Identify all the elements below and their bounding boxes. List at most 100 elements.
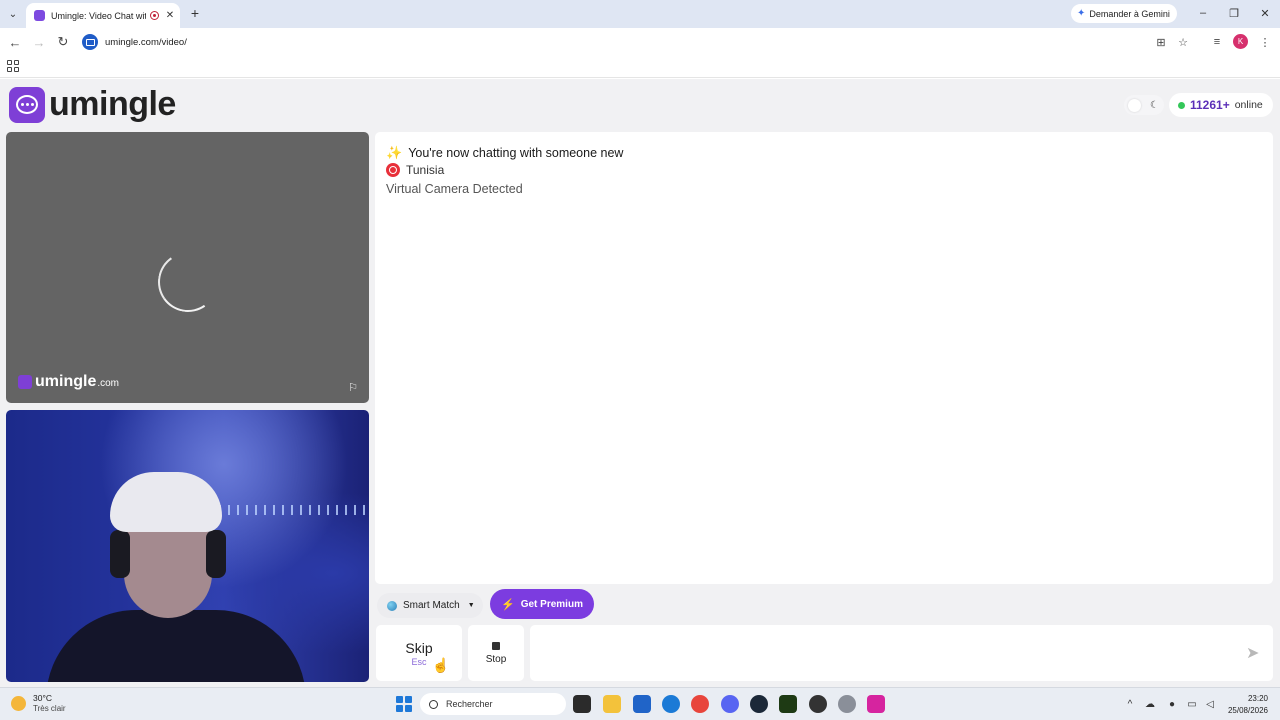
get-premium-button[interactable]: ⚡ Get Premium	[490, 589, 594, 619]
message-input[interactable]	[530, 625, 1273, 681]
send-icon[interactable]: ➤	[1246, 643, 1259, 663]
match-mode-label: Smart Match	[403, 600, 460, 611]
site-camera-icon	[82, 34, 98, 50]
stranger-video: umingle .com ⚐	[6, 132, 369, 403]
chat-log: ✨ You're now chatting with someone new T…	[375, 132, 1273, 584]
tab-search-chevron-icon[interactable]: ⌄	[4, 5, 22, 23]
minimize-icon[interactable]: –	[1188, 4, 1218, 22]
url-field[interactable]: umingle.com/video/	[82, 32, 1202, 52]
clock-time: 23:20	[1247, 694, 1268, 703]
globe-icon	[387, 600, 397, 611]
address-bar-row: ← → ↻ umingle.com/video/ ⊞ ☆ ≡ K ⋮	[0, 28, 1280, 56]
headphone-left	[110, 530, 130, 578]
reload-icon[interactable]: ↻	[54, 33, 72, 51]
browser-menu-icon[interactable]: ⋮	[1256, 33, 1274, 51]
gemini-sparkle-icon: ✦	[1077, 8, 1086, 19]
taskbar-clock[interactable]: 23:20 25/08/2026	[1222, 693, 1268, 717]
volume-icon[interactable]: ◁	[1203, 697, 1217, 711]
media-controls-icon[interactable]: ≡	[1208, 33, 1226, 51]
stop-label: Stop	[485, 653, 507, 665]
skip-shortcut: Esc	[411, 656, 427, 667]
back-arrow-icon[interactable]: ←	[6, 33, 24, 51]
chat-status-message: ✨ You're now chatting with someone new	[386, 145, 623, 161]
instagram-icon[interactable]	[867, 695, 885, 713]
string-lights	[201, 505, 369, 515]
self-camera-video	[6, 410, 369, 682]
translate-icon[interactable]: ⊞	[1152, 33, 1170, 51]
steam-icon[interactable]	[750, 695, 768, 713]
browser-tab-bar: ⌄ Umingle: Video Chat with S ✕ + ✦ Deman…	[0, 0, 1280, 28]
watermark-logo-icon	[18, 375, 32, 389]
stop-button[interactable]: Stop	[468, 625, 524, 681]
network-icon[interactable]: ▭	[1185, 697, 1199, 711]
app-icon[interactable]	[809, 695, 827, 713]
forward-arrow-icon[interactable]: →	[30, 33, 48, 51]
task-view-icon[interactable]	[573, 695, 591, 713]
apps-grid-icon[interactable]	[7, 60, 19, 72]
bookmarks-bar	[0, 56, 1280, 78]
weather-sun-icon	[11, 696, 26, 711]
loading-spinner-icon	[153, 247, 223, 317]
video-watermark: umingle .com	[18, 373, 119, 391]
headphone-right	[206, 530, 226, 578]
online-counter: 11261+ online	[1169, 93, 1273, 117]
search-placeholder: Rechercher	[446, 699, 493, 709]
tab-title: Umingle: Video Chat with S	[51, 10, 146, 21]
microphone-icon[interactable]: ●	[1165, 697, 1179, 711]
tunisia-flag-icon	[386, 163, 400, 177]
microsoft-store-icon[interactable]	[633, 695, 651, 713]
bookmark-star-icon[interactable]: ☆	[1174, 33, 1192, 51]
umingle-logo[interactable]: umingle	[9, 85, 176, 124]
weather-widget[interactable]: 30°C Très clair	[11, 693, 66, 714]
watermark-text: umingle	[35, 373, 97, 390]
watermark-suffix: .com	[97, 378, 120, 389]
tab-close-icon[interactable]: ✕	[163, 10, 177, 21]
moon-icon: ☾	[1150, 99, 1159, 111]
gemini-label: Demander à Gemini	[1089, 8, 1170, 19]
premium-label: Get Premium	[520, 598, 583, 610]
report-flag-icon[interactable]: ⚐	[346, 381, 360, 394]
window-close-icon[interactable]: ✕	[1250, 4, 1280, 22]
country-text: Tunisia	[406, 163, 445, 177]
stop-square-icon	[492, 641, 500, 650]
smart-match-dropdown[interactable]: Smart Match ▼	[377, 593, 483, 618]
restore-icon[interactable]: ❐	[1219, 4, 1249, 22]
status-text: You're now chatting with someone new	[408, 146, 624, 160]
file-explorer-icon[interactable]	[603, 695, 621, 713]
sparkle-icon: ✨	[386, 145, 403, 160]
outlook-icon[interactable]	[662, 695, 680, 713]
browser-tab-active[interactable]: Umingle: Video Chat with S ✕	[26, 3, 180, 28]
new-tab-plus-icon[interactable]: +	[186, 4, 204, 22]
online-count: 11261+	[1190, 98, 1230, 112]
lightning-bolt-icon: ⚡	[501, 598, 515, 611]
chat-bubble-logo-icon	[9, 86, 45, 123]
logo-text: umingle	[49, 85, 176, 123]
terminal-app-icon[interactable]	[779, 695, 797, 713]
tray-chevron-up-icon[interactable]: ^	[1123, 697, 1137, 711]
online-label: online	[1234, 99, 1263, 111]
windows-taskbar: 30°C Très clair Rechercher ^ ☁ ● ▭ ◁ 23:…	[0, 687, 1280, 720]
tray-cloud-icon[interactable]: ☁	[1143, 697, 1157, 711]
url-text: umingle.com/video/	[105, 36, 187, 48]
hand-cursor-icon: ☝	[432, 657, 450, 673]
person-cap	[110, 472, 222, 532]
dark-mode-toggle[interactable]: ☾	[1124, 95, 1164, 115]
person-body	[46, 610, 306, 682]
recording-indicator-icon	[150, 11, 159, 20]
taskbar-search[interactable]: Rechercher	[420, 693, 566, 715]
ask-gemini-button[interactable]: ✦ Demander à Gemini	[1071, 4, 1177, 23]
weather-temp: 30°C	[33, 693, 52, 703]
chat-country: Tunisia	[386, 163, 444, 177]
umingle-favicon-icon	[34, 10, 45, 21]
search-icon	[429, 699, 438, 709]
discord-icon[interactable]	[721, 695, 739, 713]
clock-date: 25/08/2026	[1227, 706, 1268, 715]
skip-label: Skip	[405, 639, 433, 656]
online-status-dot	[1178, 101, 1185, 109]
settings-gear-icon[interactable]	[838, 695, 856, 713]
windows-start-icon[interactable]	[396, 696, 412, 712]
profile-avatar[interactable]: K	[1233, 34, 1248, 49]
chrome-icon[interactable]	[691, 695, 709, 713]
caret-down-icon: ▼	[467, 602, 475, 609]
chat-notice: Virtual Camera Detected	[386, 182, 523, 196]
